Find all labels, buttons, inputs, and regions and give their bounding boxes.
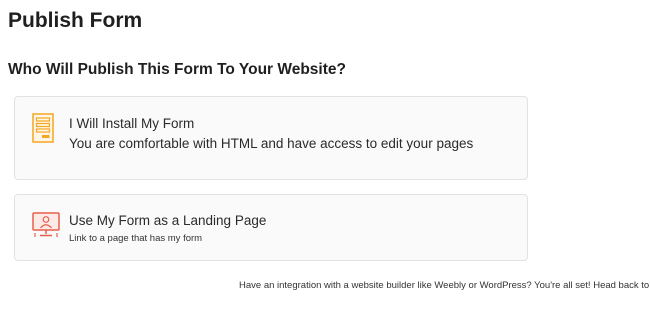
footer-note-container: Have an integration with a website build… <box>0 274 650 294</box>
page-title: Publish Form <box>8 9 143 32</box>
landing-page-title: Use My Form as a Landing Page <box>69 213 267 228</box>
section-heading: Who Will Publish This Form To Your Websi… <box>8 61 346 78</box>
landing-page-description: Link to a page that has my form <box>69 233 203 244</box>
install-form-option[interactable]: I Will Install My Form You are comfortab… <box>14 96 528 180</box>
install-form-title: I Will Install My Form <box>69 116 195 131</box>
form-document-icon <box>32 113 54 148</box>
install-form-description: You are comfortable with HTML and have a… <box>69 136 474 151</box>
landing-page-option[interactable]: Use My Form as a Landing Page Link to a … <box>14 194 528 261</box>
footer-note: Have an integration with a website build… <box>239 280 650 291</box>
monitor-user-icon <box>32 212 60 243</box>
